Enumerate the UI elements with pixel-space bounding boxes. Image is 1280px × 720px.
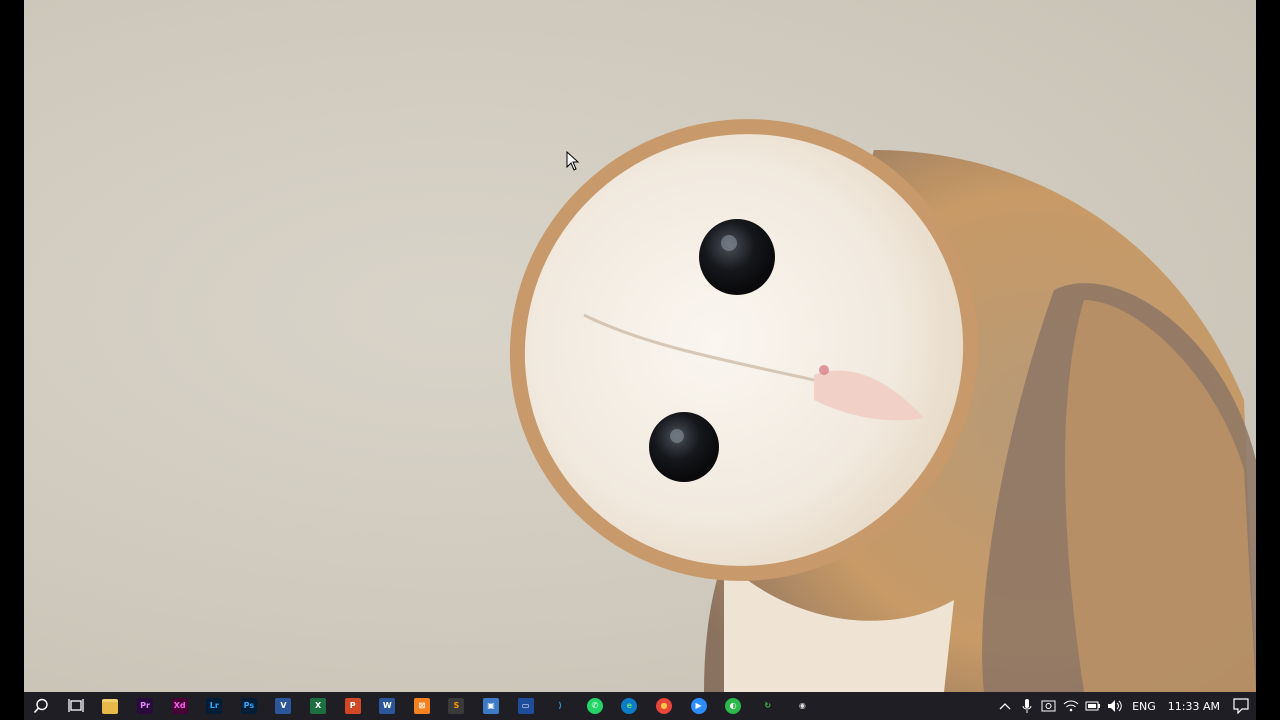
taskbar-app-premiere-pro[interactable]: Pr	[128, 692, 163, 720]
file-explorer-icon	[102, 698, 119, 714]
taskbar-app-lightroom[interactable]: Lr	[197, 692, 232, 720]
taskbar-left-edge	[0, 692, 24, 720]
screen-capture-icon	[1041, 700, 1056, 712]
task-view-button[interactable]	[59, 692, 94, 720]
battery-button[interactable]	[1082, 692, 1104, 720]
taskbar-app-browser-green[interactable]: ↻	[750, 692, 785, 720]
taskbar-app-virtualbox[interactable]: ▣	[474, 692, 509, 720]
taskbar-app-obs-studio[interactable]: ◉	[785, 692, 820, 720]
photoshop-icon: Ps	[240, 698, 257, 714]
taskbar-app-word[interactable]: W	[370, 692, 405, 720]
taskbar-app-adobe-xd[interactable]: Xd	[162, 692, 197, 720]
desktop-wallpaper[interactable]	[24, 0, 1256, 692]
task-view-icon	[68, 699, 84, 712]
search-button[interactable]	[24, 692, 59, 720]
edge-icon: e	[621, 698, 638, 714]
chrome-icon: ●	[655, 698, 672, 714]
screen: Pr Xd Lr Ps V X P W ⊠ S ▣ ▭ ⟩ ✆ e ● ▶ ◐ ↻ ◉ ENG 11:33 AM	[0, 0, 1280, 720]
input-language-indicator[interactable]: ENG	[1126, 700, 1162, 713]
chevron-up-icon	[999, 703, 1011, 710]
network-button[interactable]	[1060, 692, 1082, 720]
taskbar: Pr Xd Lr Ps V X P W ⊠ S ▣ ▭ ⟩ ✆ e ● ▶ ◐ ↻ ◉ ENG 11:33 AM	[24, 692, 1256, 720]
taskbar-app-zoom[interactable]: ▶	[681, 692, 716, 720]
visio-icon: V	[275, 698, 292, 714]
sublime-text-icon: S	[448, 698, 465, 714]
taskbar-app-green-app[interactable]: ◐	[716, 692, 751, 720]
word-icon: W	[379, 698, 396, 714]
taskbar-app-edge[interactable]: e	[612, 692, 647, 720]
vs-code-icon: ⟩	[552, 698, 569, 714]
notifications-icon	[1233, 698, 1249, 714]
obs-studio-icon: ◉	[794, 698, 811, 714]
excel-icon: X	[310, 698, 327, 714]
pinned-apps: Pr Xd Lr Ps V X P W ⊠ S ▣ ▭ ⟩ ✆ e ● ▶ ◐ ↻ ◉	[93, 692, 819, 720]
green-app-icon: ◐	[725, 698, 742, 714]
taskbar-app-xampp[interactable]: ⊠	[405, 692, 440, 720]
volume-button[interactable]	[1104, 692, 1126, 720]
taskbar-app-chrome[interactable]: ●	[647, 692, 682, 720]
owl-wallpaper-image	[509, 119, 1256, 692]
capture-button[interactable]	[1038, 692, 1060, 720]
mouse-cursor	[566, 151, 580, 171]
system-tray: ENG 11:33 AM	[994, 692, 1256, 720]
zoom-icon: ▶	[690, 698, 707, 714]
speaker-icon	[1108, 700, 1122, 712]
taskbar-app-file-explorer[interactable]	[93, 692, 128, 720]
premiere-pro-icon: Pr	[137, 698, 154, 714]
system-clock[interactable]: 11:33 AM	[1162, 700, 1226, 713]
virtualbox-icon: ▣	[483, 698, 500, 714]
show-hidden-icons-button[interactable]	[994, 692, 1016, 720]
app-window-icon: ▭	[517, 698, 534, 714]
taskbar-app-vs-code[interactable]: ⟩	[543, 692, 578, 720]
browser-green-icon: ↻	[759, 698, 776, 714]
taskbar-app-powerpoint[interactable]: P	[335, 692, 370, 720]
adobe-xd-icon: Xd	[171, 698, 188, 714]
taskbar-app-app-window[interactable]: ▭	[508, 692, 543, 720]
taskbar-app-whatsapp[interactable]: ✆	[578, 692, 613, 720]
wifi-icon	[1063, 700, 1079, 712]
battery-icon	[1085, 701, 1101, 711]
powerpoint-icon: P	[344, 698, 361, 714]
lightroom-icon: Lr	[206, 698, 223, 714]
microphone-button[interactable]	[1016, 692, 1038, 720]
taskbar-app-visio[interactable]: V	[266, 692, 301, 720]
search-icon	[34, 698, 48, 714]
taskbar-app-excel[interactable]: X	[301, 692, 336, 720]
taskbar-app-photoshop[interactable]: Ps	[232, 692, 267, 720]
whatsapp-icon: ✆	[586, 698, 603, 714]
action-center-button[interactable]	[1226, 692, 1256, 720]
taskbar-app-sublime-text[interactable]: S	[439, 692, 474, 720]
xampp-icon: ⊠	[413, 698, 430, 714]
microphone-icon	[1022, 699, 1032, 713]
